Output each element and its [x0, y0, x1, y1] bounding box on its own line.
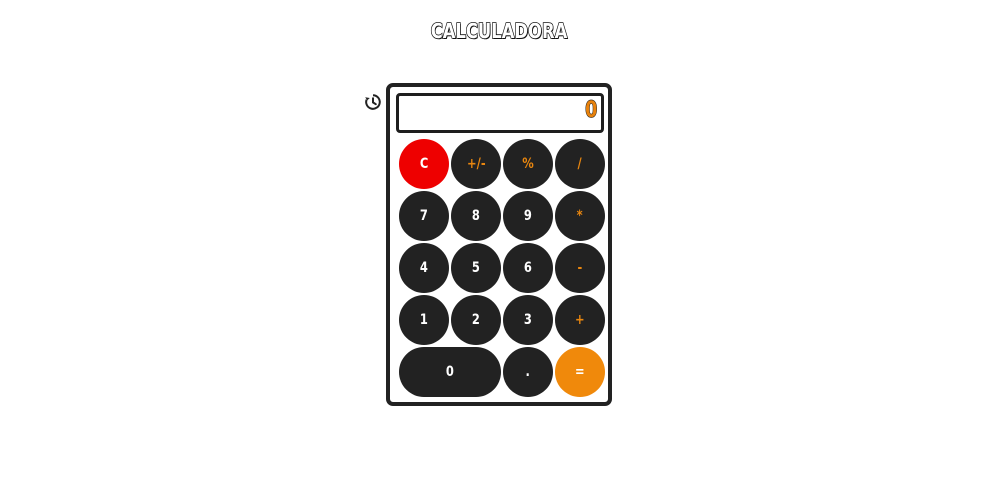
divide-label: / — [577, 156, 583, 172]
digit-2-button[interactable]: 2 — [451, 295, 501, 345]
subtract-label: - — [577, 260, 583, 276]
decimal-label: . — [525, 364, 531, 380]
display: 0 — [396, 93, 604, 133]
page-title: CALCULADORA — [430, 18, 568, 44]
digit-7-button[interactable]: 7 — [399, 191, 449, 241]
digit-6-label: 6 — [524, 260, 532, 276]
digit-4-button[interactable]: 4 — [399, 243, 449, 293]
calculator-page: CALCULADORA 0 C +/- % / 7 8 9 * 4 5 6 - … — [0, 0, 998, 488]
digit-9-button[interactable]: 9 — [503, 191, 553, 241]
digit-1-label: 1 — [420, 312, 428, 328]
digit-5-label: 5 — [472, 260, 480, 276]
calculator: 0 C +/- % / 7 8 9 * 4 5 6 - 1 2 3 + 0 . … — [386, 83, 612, 406]
digit-8-button[interactable]: 8 — [451, 191, 501, 241]
digit-8-label: 8 — [472, 208, 480, 224]
subtract-button[interactable]: - — [555, 243, 605, 293]
digit-0-button[interactable]: 0 — [399, 347, 501, 397]
display-value: 0 — [584, 97, 597, 123]
digit-6-button[interactable]: 6 — [503, 243, 553, 293]
decimal-button[interactable]: . — [503, 347, 553, 397]
multiply-label: * — [576, 208, 583, 224]
history-icon[interactable] — [364, 93, 382, 111]
digit-3-button[interactable]: 3 — [503, 295, 553, 345]
digit-3-label: 3 — [524, 312, 532, 328]
clear-button[interactable]: C — [399, 139, 449, 189]
digit-0-label: 0 — [446, 364, 454, 380]
equals-label: = — [575, 364, 585, 380]
digit-9-label: 9 — [524, 208, 532, 224]
toggle-sign-button[interactable]: +/- — [451, 139, 501, 189]
multiply-button[interactable]: * — [555, 191, 605, 241]
percent-button[interactable]: % — [503, 139, 553, 189]
toggle-sign-label: +/- — [466, 156, 486, 172]
digit-1-button[interactable]: 1 — [399, 295, 449, 345]
equals-button[interactable]: = — [555, 347, 605, 397]
percent-label: % — [522, 156, 534, 172]
add-button[interactable]: + — [555, 295, 605, 345]
digit-7-label: 7 — [420, 208, 428, 224]
digit-4-label: 4 — [420, 260, 428, 276]
digit-5-button[interactable]: 5 — [451, 243, 501, 293]
digit-2-label: 2 — [472, 312, 480, 328]
divide-button[interactable]: / — [555, 139, 605, 189]
clear-label: C — [419, 156, 429, 172]
add-label: + — [575, 312, 585, 328]
